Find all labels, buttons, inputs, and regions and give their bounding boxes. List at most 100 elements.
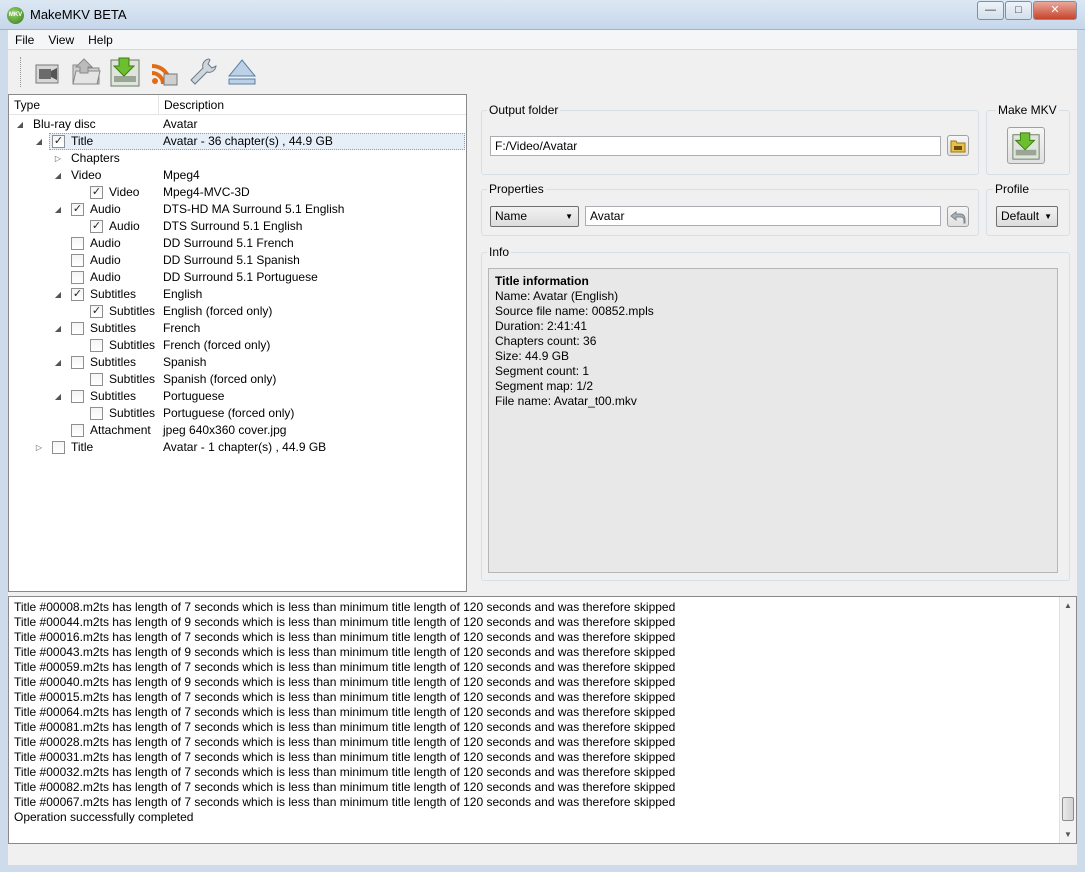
preferences-button[interactable] <box>185 54 221 90</box>
tree-row[interactable]: ▷ Chapters <box>9 150 466 167</box>
revert-property-button[interactable] <box>947 206 969 227</box>
maximize-button[interactable]: □ <box>1005 1 1032 20</box>
info-line: Duration: 2:41:41 <box>495 319 588 333</box>
collapse-arrow-icon[interactable]: ◢ <box>53 354 63 371</box>
log-scrollbar[interactable]: ▲ ▼ <box>1059 597 1076 843</box>
tree-row[interactable]: ✓ Subtitles English (forced only) <box>9 303 466 320</box>
window-frame-bottom <box>0 865 1085 872</box>
track-checkbox[interactable] <box>90 407 103 420</box>
menu-file[interactable]: File <box>8 33 41 47</box>
status-bar <box>8 845 1077 865</box>
title-information-heading: Title information <box>495 274 589 288</box>
tree-row[interactable]: Subtitles French (forced only) <box>9 337 466 354</box>
track-checkbox[interactable]: ✓ <box>90 305 103 318</box>
track-checkbox[interactable] <box>71 271 84 284</box>
make-mkv-icon <box>110 57 140 87</box>
tree-item-description: DTS Surround 5.1 English <box>163 219 303 233</box>
collapse-arrow-icon[interactable]: ◢ <box>53 167 63 184</box>
track-checkbox[interactable] <box>90 339 103 352</box>
expand-arrow-icon[interactable]: ▷ <box>53 150 63 167</box>
property-name-select-value: Name <box>495 209 528 223</box>
tree-row[interactable]: ◢ ✓ Audio DTS-HD MA Surround 5.1 English <box>9 201 466 218</box>
make-mkv-button[interactable] <box>1007 127 1045 164</box>
toolbar-grip[interactable] <box>20 57 23 87</box>
track-checkbox[interactable] <box>52 441 65 454</box>
info-line: Segment map: 1/2 <box>495 379 594 393</box>
tree-row[interactable]: Audio DD Surround 5.1 French <box>9 235 466 252</box>
collapse-arrow-icon[interactable]: ◢ <box>15 116 25 133</box>
log-line: Title #00016.m2ts has length of 7 second… <box>14 630 676 644</box>
info-line: Source file name: 00852.mpls <box>495 304 654 318</box>
output-folder-input[interactable]: F:/Video/Avatar <box>490 136 941 156</box>
track-checkbox[interactable]: ✓ <box>52 135 65 148</box>
minimize-button[interactable]: — <box>977 1 1004 20</box>
chevron-down-icon: ▼ <box>1044 212 1052 221</box>
tree-row[interactable]: ✓ Audio DTS Surround 5.1 English <box>9 218 466 235</box>
property-value-input[interactable]: Avatar <box>585 206 941 226</box>
menu-view[interactable]: View <box>41 33 81 47</box>
tree-row[interactable]: ◢ Subtitles Portuguese <box>9 388 466 405</box>
open-file-button[interactable] <box>29 54 65 90</box>
stream-button[interactable] <box>146 54 182 90</box>
menu-bar: File View Help <box>8 30 1077 50</box>
expand-arrow-icon[interactable]: ▷ <box>34 439 44 456</box>
collapse-arrow-icon[interactable]: ◢ <box>53 201 63 218</box>
tree-item-description: English <box>163 287 203 301</box>
tree-row[interactable]: ◢ ✓ Subtitles English <box>9 286 466 303</box>
browse-folder-button[interactable] <box>947 135 969 156</box>
tree-row[interactable]: Attachment jpeg 640x360 cover.jpg <box>9 422 466 439</box>
column-header-description[interactable]: Description <box>159 95 224 114</box>
tree-row[interactable]: Subtitles Spanish (forced only) <box>9 371 466 388</box>
track-checkbox[interactable]: ✓ <box>90 186 103 199</box>
track-checkbox[interactable] <box>71 390 84 403</box>
title-bar[interactable]: MKV MakeMKV BETA — □ ✕ <box>0 0 1085 30</box>
collapse-arrow-icon[interactable]: ◢ <box>53 320 63 337</box>
tree-row[interactable]: Subtitles Portuguese (forced only) <box>9 405 466 422</box>
collapse-arrow-icon[interactable]: ◢ <box>53 286 63 303</box>
tree-row[interactable]: Audio DD Surround 5.1 Portuguese <box>9 269 466 286</box>
track-checkbox[interactable] <box>71 424 84 437</box>
collapse-arrow-icon[interactable]: ◢ <box>34 133 44 150</box>
log-line: Title #00059.m2ts has length of 7 second… <box>14 660 676 674</box>
tree-row[interactable]: ◢ Blu-ray disc Avatar <box>9 116 466 133</box>
tree-row[interactable]: ✓ Video Mpeg4-MVC-3D <box>9 184 466 201</box>
track-checkbox[interactable]: ✓ <box>71 288 84 301</box>
close-button[interactable]: ✕ <box>1033 1 1077 20</box>
tree-item-description: Avatar <box>163 117 198 131</box>
track-checkbox[interactable] <box>71 356 84 369</box>
track-checkbox[interactable] <box>71 237 84 250</box>
tree-row[interactable]: ◢ Video Mpeg4 <box>9 167 466 184</box>
property-name-select[interactable]: Name ▼ <box>490 206 579 227</box>
tree-row[interactable]: Audio DD Surround 5.1 Spanish <box>9 252 466 269</box>
tree-row[interactable]: ◢ Subtitles Spanish <box>9 354 466 371</box>
profile-title: Profile <box>993 182 1032 196</box>
make-mkv-title: Make MKV <box>996 103 1059 117</box>
menu-help[interactable]: Help <box>81 33 120 47</box>
tree-row[interactable]: ◢ Subtitles French <box>9 320 466 337</box>
track-checkbox[interactable]: ✓ <box>71 203 84 216</box>
profile-select[interactable]: Default ▼ <box>996 206 1058 227</box>
info-line: Chapters count: 36 <box>495 334 597 348</box>
tree-item-description: Spanish <box>163 355 207 369</box>
tree-item-type: Audio <box>109 219 140 233</box>
track-checkbox[interactable] <box>71 322 84 335</box>
tree-item-type: Video <box>109 185 140 199</box>
collapse-arrow-icon[interactable]: ◢ <box>53 388 63 405</box>
column-header-type[interactable]: Type <box>9 95 159 114</box>
log-panel[interactable]: Title #00008.m2ts has length of 7 second… <box>8 596 1077 844</box>
track-checkbox[interactable]: ✓ <box>90 220 103 233</box>
eject-button[interactable] <box>224 54 260 90</box>
disc-tree-panel[interactable]: Type Description ◢ Blu-ray disc Avatar ◢ ✓ Ti… <box>8 94 467 592</box>
tree-item-description: French <box>163 321 201 335</box>
track-checkbox[interactable] <box>71 254 84 267</box>
tree-row[interactable]: ▷ Title Avatar - 1 chapter(s) , 44.9 GB <box>9 439 466 456</box>
make-mkv-toolbar-button[interactable] <box>107 54 143 90</box>
log-line: Title #00008.m2ts has length of 7 second… <box>14 600 676 614</box>
track-checkbox[interactable] <box>90 373 103 386</box>
scroll-down-icon[interactable]: ▼ <box>1060 826 1076 843</box>
tree-item-type: Subtitles <box>90 287 137 301</box>
scroll-up-icon[interactable]: ▲ <box>1060 597 1076 614</box>
scrollbar-thumb[interactable] <box>1062 797 1074 821</box>
tree-row[interactable]: ◢ ✓ Title Avatar - 36 chapter(s) , 44.9 GB <box>9 133 466 150</box>
open-folder-button[interactable] <box>68 54 104 90</box>
